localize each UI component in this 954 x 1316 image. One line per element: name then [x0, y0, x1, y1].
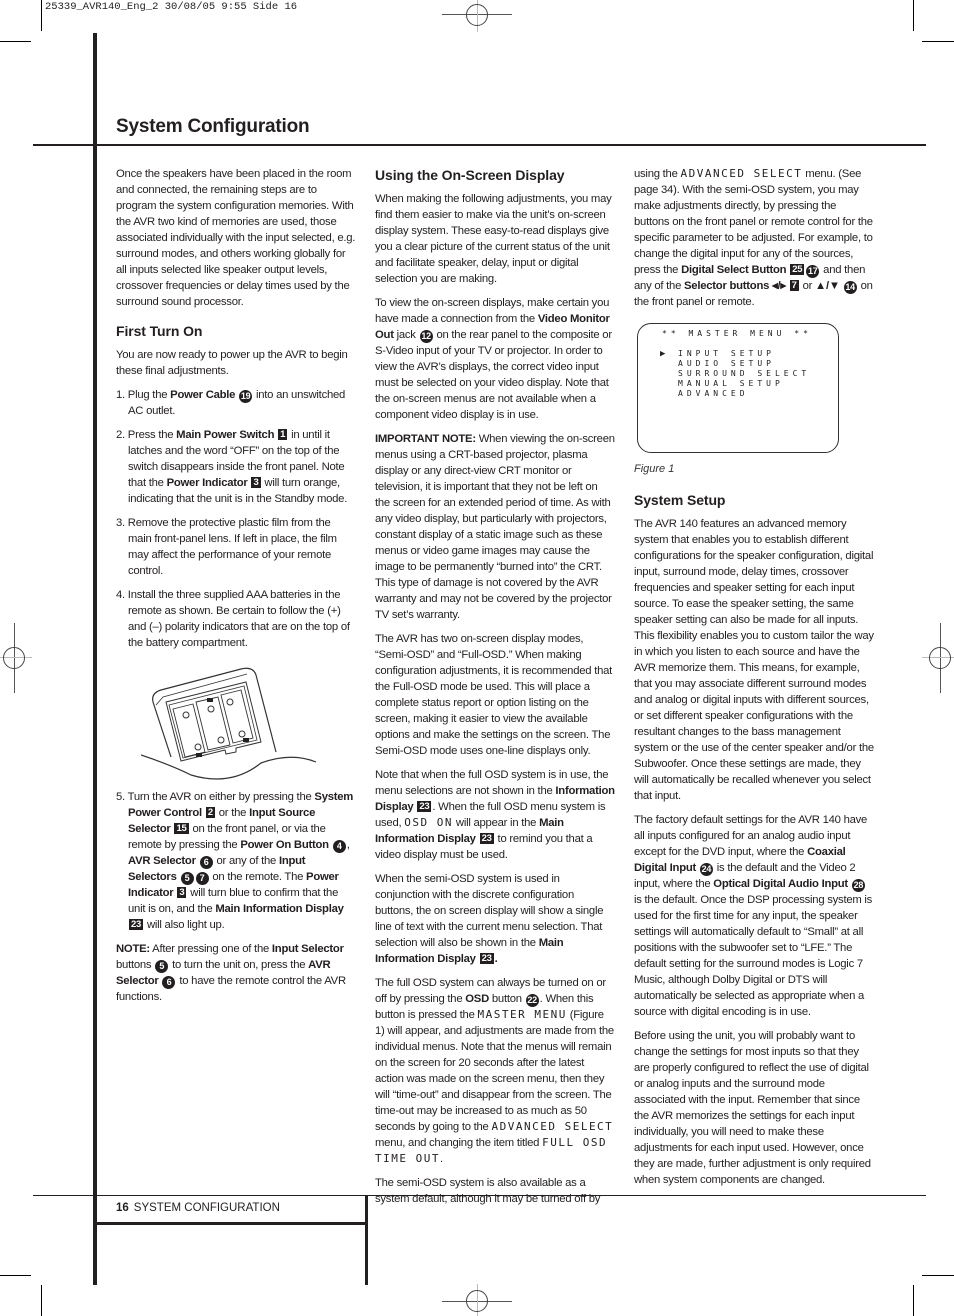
- osd-header: ** MASTER MENU **: [662, 329, 812, 338]
- heading-using-osd: Using the On-Screen Display: [375, 167, 565, 183]
- heading-system-setup: System Setup: [634, 492, 726, 508]
- cursor-arrow-icon: ▶: [660, 349, 670, 359]
- crop-mark: [0, 41, 31, 42]
- osd-menu-item: ADVANCED: [678, 389, 749, 398]
- crop-mark: [0, 1275, 31, 1276]
- heading-first-turn-on: First Turn On: [116, 323, 203, 339]
- callout-number: 5: [180, 872, 194, 885]
- callout-number: 23: [417, 801, 432, 812]
- osd-menu-item: AUDIO SETUP: [678, 359, 775, 368]
- callout-number: 28: [851, 879, 865, 892]
- setup-steps: 1. Plug the Power Cable 19 into an unswi…: [116, 387, 356, 651]
- osd-menu-item: MANUAL SETUP: [678, 379, 784, 388]
- page-title: System Configuration: [116, 116, 310, 137]
- callout-number: 3: [251, 477, 261, 488]
- before-using-paragraph: Before using the unit, you will probably…: [634, 1030, 871, 1186]
- callout-number: 14: [843, 281, 857, 294]
- semi-osd-default-paragraph: The semi-OSD system is also available as…: [375, 1177, 601, 1205]
- footer-box-bottom: [93, 1222, 367, 1225]
- page-footer: 16 SYSTEM CONFIGURATION: [116, 1202, 280, 1214]
- callout-number: 23: [479, 953, 494, 964]
- figure-caption: Figure 1: [634, 463, 675, 475]
- footer-box-right: [365, 1195, 368, 1285]
- callout-number: 7: [195, 872, 209, 885]
- callout-number: 6: [162, 976, 176, 989]
- remote-battery-compartment-icon: [141, 667, 317, 780]
- page-number: 16: [116, 1202, 129, 1214]
- crop-mark: [922, 41, 954, 42]
- column-2: Using the On-Screen Display When making …: [375, 166, 615, 1215]
- setup-steps-continued: 5. Turn the AVR on either by pressing th…: [116, 789, 356, 933]
- callout-number: 15: [174, 823, 189, 834]
- callout-number: 25: [790, 264, 805, 275]
- full-osd-note: Note that when the full OSD system is in…: [375, 769, 615, 861]
- first-turn-on-intro: You are now ready to power up the AVR to…: [116, 349, 348, 377]
- step-4: 4. Install the three supplied AAA batter…: [116, 589, 350, 649]
- callout-number: 2: [205, 807, 215, 818]
- callout-number: 4: [332, 840, 346, 853]
- osd-paragraph-1: When making the following adjustments, y…: [375, 193, 612, 285]
- callout-number: 23: [129, 919, 144, 930]
- callout-number: 5: [155, 960, 169, 973]
- system-setup-paragraph-1: The AVR 140 features an advanced memory …: [634, 518, 874, 802]
- callout-number: 22: [525, 994, 539, 1007]
- footer-section: SYSTEM CONFIGURATION: [133, 1202, 280, 1214]
- master-menu-figure: [637, 323, 839, 453]
- intro-paragraph: Once the speakers have been placed in th…: [116, 168, 356, 308]
- osd-toggle-paragraph: The full OSD system can always be turned…: [375, 977, 614, 1165]
- callout-number: 19: [239, 390, 253, 403]
- lcd-text: ADVANCED SELECT: [680, 167, 803, 180]
- callout-number: 6: [199, 856, 213, 869]
- crop-mark: [41, 0, 42, 31]
- callout-number: 23: [479, 833, 494, 844]
- column-3-lower: System Setup The AVR 140 features an adv…: [634, 491, 874, 1196]
- column-1: Once the speakers have been placed in th…: [116, 166, 356, 1013]
- column-3: using the ADVANCED SELECT menu. (See pag…: [634, 166, 874, 318]
- factory-defaults-paragraph: The factory default settings for the AVR…: [634, 814, 873, 1018]
- callout-number: 1: [278, 429, 288, 440]
- osd-menu-item: SURROUND SELECT: [678, 369, 811, 378]
- battery-illustration: [116, 659, 356, 789]
- osd-paragraph-2: To view the on-screen displays, make cer…: [375, 297, 612, 421]
- crop-mark: [41, 1285, 42, 1316]
- osd-menu-item: INPUT SETUP: [678, 349, 775, 358]
- semi-osd-continued: using the ADVANCED SELECT menu. (See pag…: [634, 167, 873, 308]
- semi-osd-paragraph: When the semi-OSD system is used in conj…: [375, 873, 604, 965]
- callout-number: 7: [789, 280, 799, 291]
- crop-mark: [913, 1285, 914, 1316]
- callout-number: 24: [699, 863, 713, 876]
- lcd-text: MASTER MENU: [477, 1008, 567, 1021]
- lcd-text: ADVANCED SELECT: [491, 1120, 614, 1133]
- important-note: IMPORTANT NOTE: When viewing the on-scre…: [375, 433, 615, 621]
- step-2: 2. Press the Main Power Switch 1 in unti…: [116, 429, 348, 505]
- left-margin-rule: [93, 33, 97, 1285]
- step-1: 1. Plug the Power Cable 19 into an unswi…: [116, 389, 346, 417]
- callout-number: 3: [177, 887, 187, 898]
- lcd-text: OSD ON: [404, 816, 454, 829]
- callout-number: 17: [806, 265, 820, 278]
- title-rule: [33, 144, 926, 146]
- crop-mark: [922, 1275, 954, 1276]
- callout-number: 12: [419, 330, 433, 343]
- note-paragraph: NOTE: After pressing one of the Input Se…: [116, 943, 346, 1003]
- step-3: 3. Remove the protective plastic film fr…: [116, 517, 337, 577]
- crop-mark: [913, 0, 914, 31]
- step-5: 5. Turn the AVR on either by pressing th…: [116, 791, 354, 931]
- osd-modes-paragraph: The AVR has two on-screen display modes,…: [375, 633, 613, 757]
- print-slug: 25339_AVR140_Eng_2 30/08/05 9:55 Side 16: [45, 1, 298, 13]
